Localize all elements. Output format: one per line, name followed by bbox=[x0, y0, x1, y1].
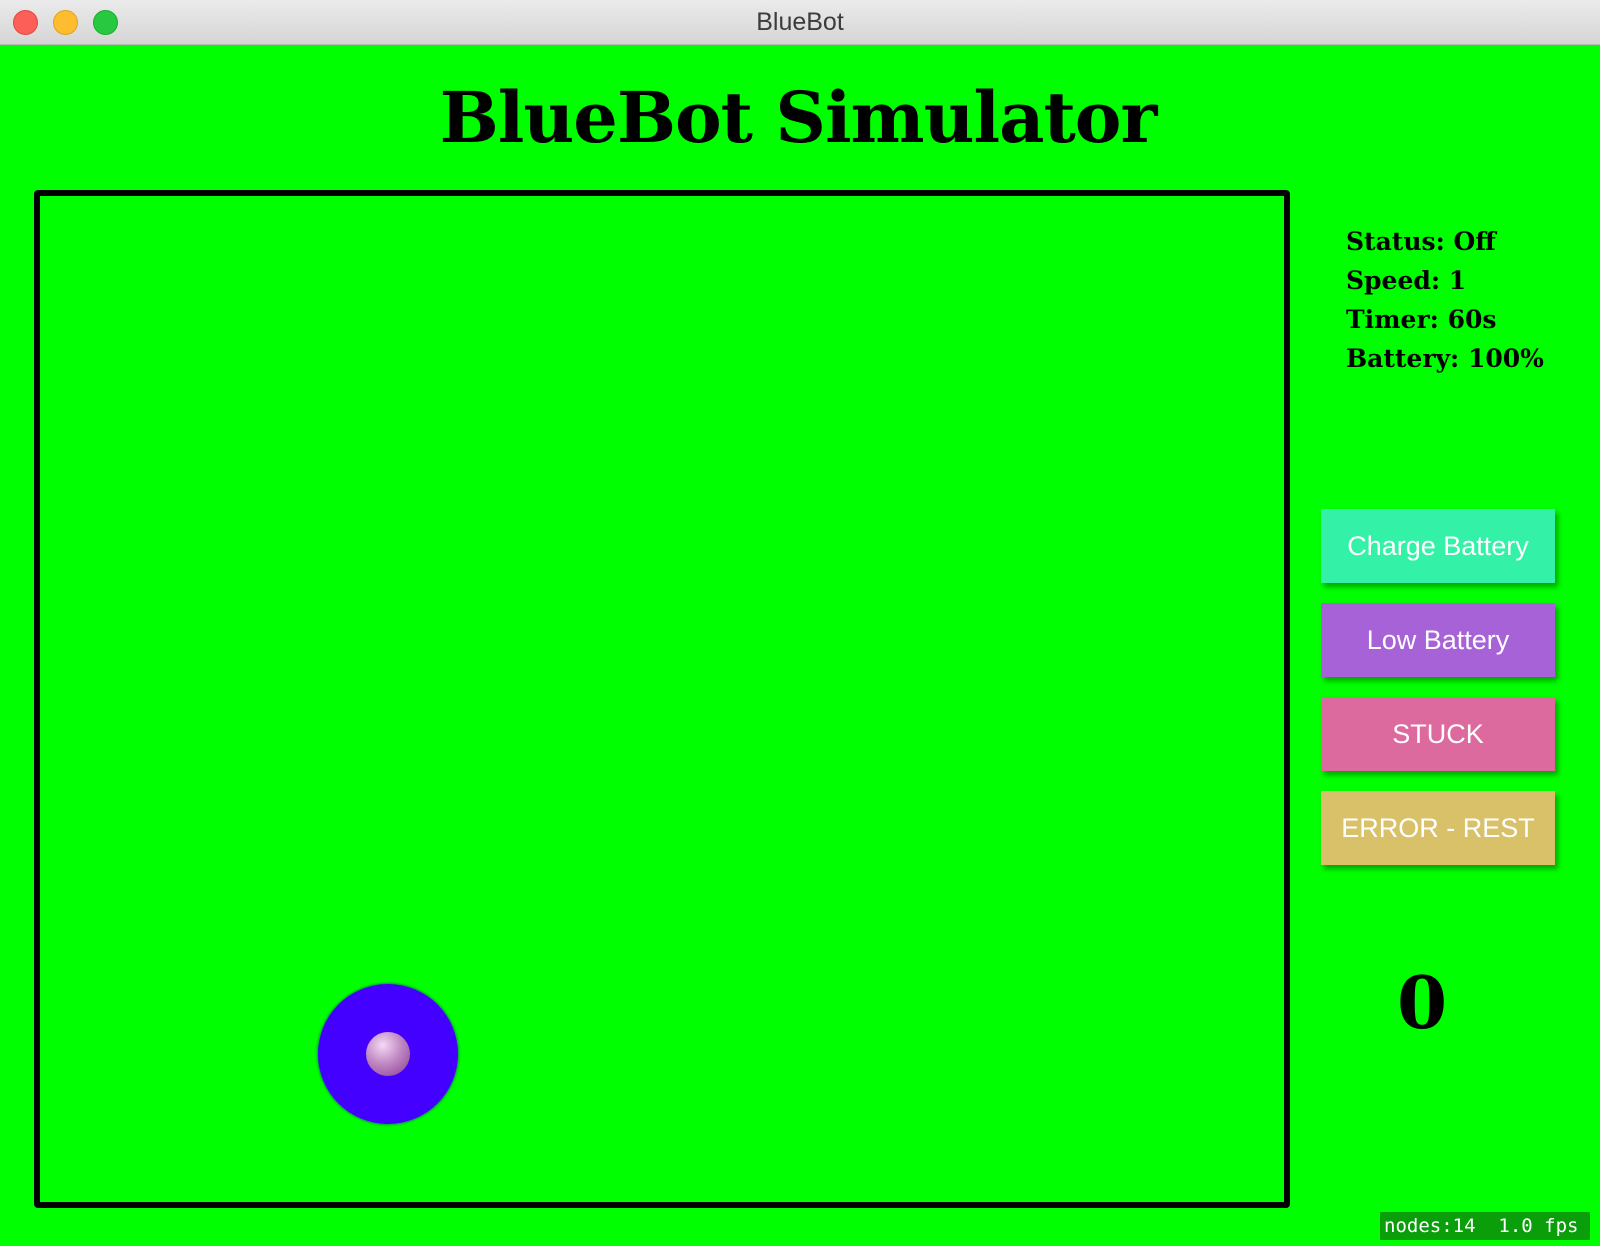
stuck-button[interactable]: STUCK bbox=[1321, 697, 1555, 771]
score-counter: 0 bbox=[1396, 960, 1448, 1045]
charge-battery-button[interactable]: Charge Battery bbox=[1321, 509, 1555, 583]
performance-overlay: nodes:14 1.0 fps bbox=[1380, 1212, 1590, 1240]
title-bar: BlueBot bbox=[0, 0, 1600, 45]
timer-readout: Timer: 60s bbox=[1346, 305, 1497, 334]
app-title: BlueBot Simulator bbox=[439, 76, 1158, 159]
low-battery-button[interactable]: Low Battery bbox=[1321, 603, 1555, 677]
status-panel: Status: Off Speed: 1 Timer: 60s Battery:… bbox=[1346, 222, 1544, 378]
status-readout: Status: Off bbox=[1346, 227, 1496, 256]
battery-readout: Battery: 100% bbox=[1346, 344, 1544, 373]
window-title: BlueBot bbox=[756, 8, 844, 36]
speed-readout: Speed: 1 bbox=[1346, 266, 1467, 295]
robot-sensor-icon bbox=[366, 1032, 410, 1076]
error-rest-button[interactable]: ERROR - REST bbox=[1321, 791, 1555, 865]
app-window: BlueBot BlueBot Simulator Status: Off Sp… bbox=[0, 0, 1600, 1246]
simulation-arena bbox=[34, 190, 1290, 1208]
robot[interactable] bbox=[318, 984, 458, 1124]
